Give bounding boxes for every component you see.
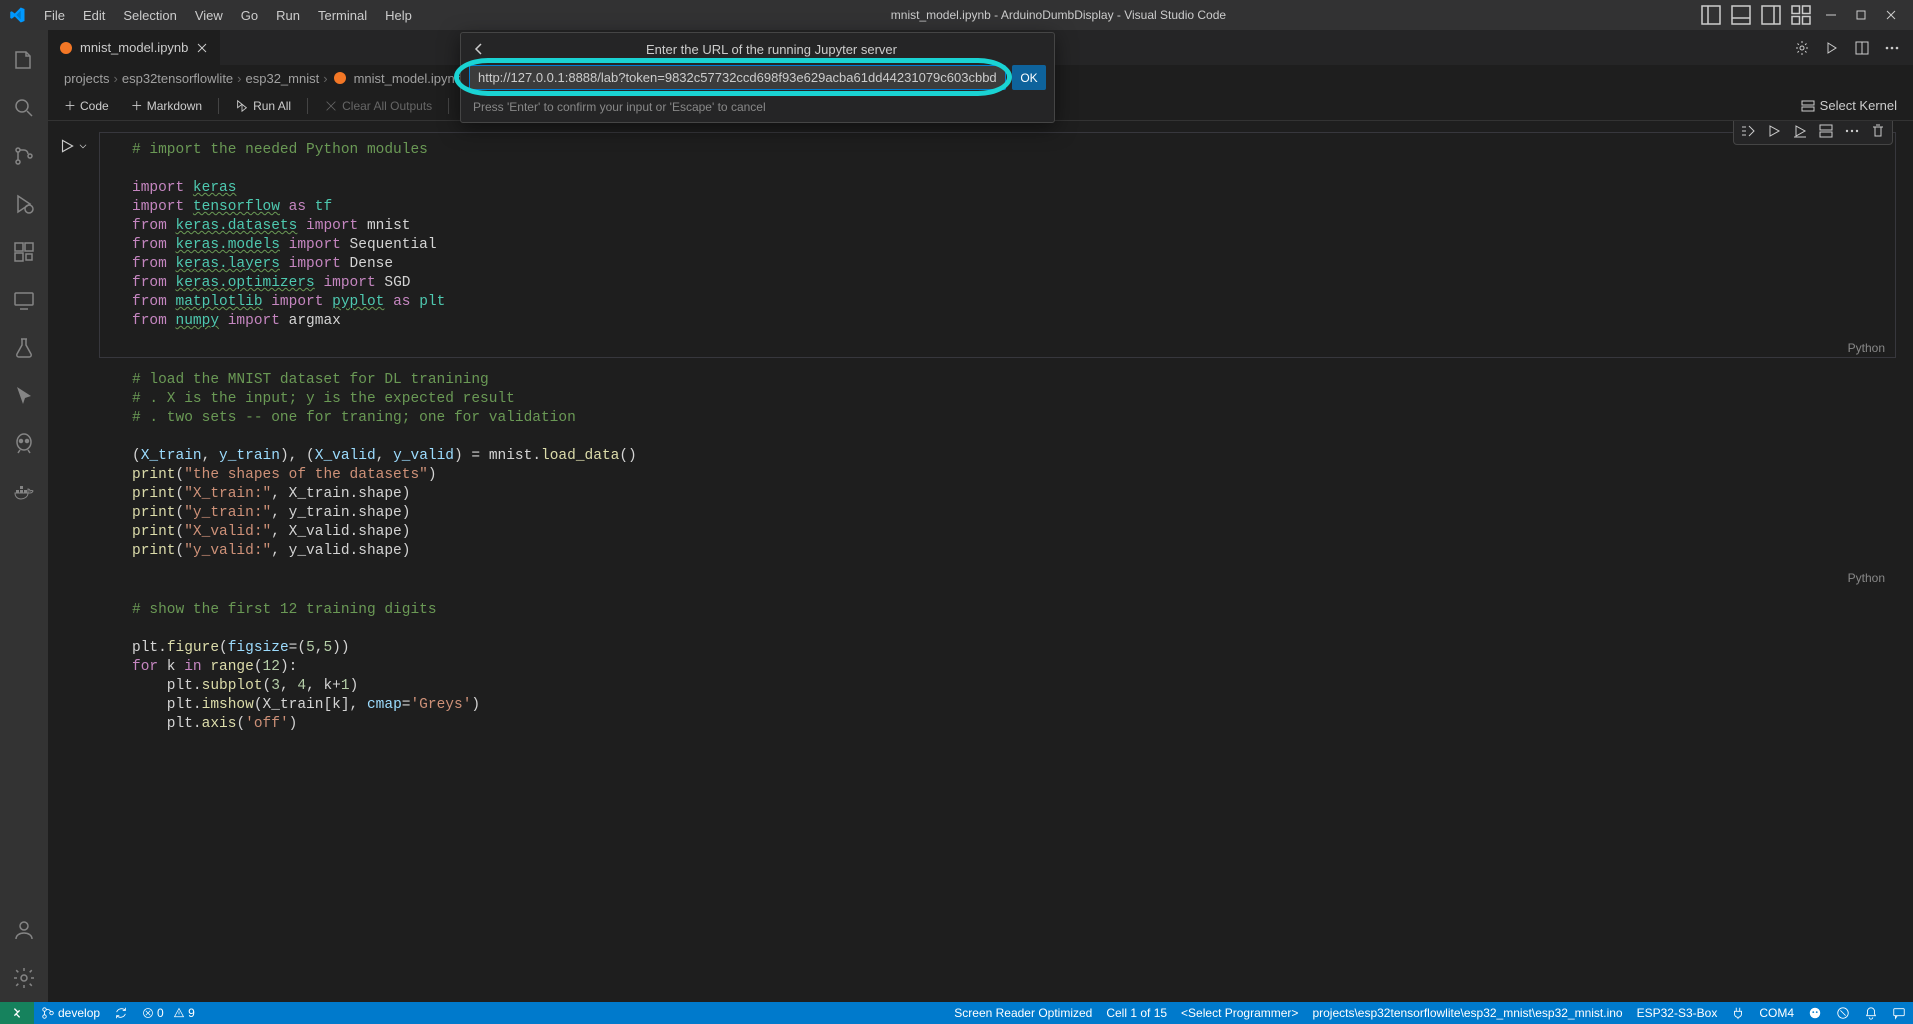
run-all-icon[interactable] [1821, 37, 1843, 59]
cell-language-label[interactable]: Python [100, 569, 1895, 587]
quick-input-panel: Enter the URL of the running Jupyter ser… [460, 32, 1055, 123]
delete-cell-icon[interactable] [1866, 121, 1890, 142]
layout-customize-icon[interactable] [1789, 4, 1813, 26]
cell-more-icon[interactable] [1840, 121, 1864, 142]
run-cell-icon[interactable] [58, 137, 76, 155]
add-code-cell-button[interactable]: ＋Code [58, 95, 115, 116]
cell-position-status[interactable]: Cell 1 of 15 [1099, 1002, 1174, 1024]
minimize-button[interactable] [1817, 4, 1845, 26]
accounts-icon[interactable] [0, 906, 48, 954]
execute-cell-icon[interactable] [1762, 121, 1786, 142]
menu-go[interactable]: Go [233, 4, 266, 27]
main-menu: File Edit Selection View Go Run Terminal… [36, 4, 420, 27]
settings-gear-icon[interactable] [0, 954, 48, 1002]
layout-toggle-primary-icon[interactable] [1699, 4, 1723, 26]
close-button[interactable] [1877, 4, 1905, 26]
chevron-down-icon[interactable] [78, 141, 88, 151]
docker-icon[interactable] [0, 468, 48, 516]
breadcrumb-segment[interactable]: esp32_mnist [246, 71, 320, 86]
layout-toggle-bottom-icon[interactable] [1729, 4, 1753, 26]
run-by-line-icon[interactable] [1736, 121, 1760, 142]
file-path-status[interactable]: projects\esp32tensorflowlite\esp32_mnist… [1305, 1002, 1629, 1024]
testing-icon[interactable] [0, 324, 48, 372]
extensions-icon[interactable] [0, 228, 48, 276]
notifications-bell-icon[interactable] [1857, 1002, 1885, 1024]
cell-language-label[interactable]: Python [100, 339, 1895, 357]
cell-code-editor[interactable]: # load the MNIST dataset for DL traninin… [100, 363, 1895, 569]
execute-above-icon[interactable] [1788, 121, 1812, 142]
remote-explorer-icon[interactable] [0, 276, 48, 324]
menu-edit[interactable]: Edit [75, 4, 113, 27]
feedback-icon[interactable] [1885, 1002, 1913, 1024]
code-cell[interactable]: # load the MNIST dataset for DL traninin… [100, 363, 1895, 587]
cell-code-editor[interactable]: # show the first 12 training digits plt.… [100, 593, 1895, 742]
board-status[interactable]: ESP32-S3-Box [1630, 1002, 1725, 1024]
code-cell[interactable]: # show the first 12 training digits plt.… [100, 593, 1895, 742]
menu-help[interactable]: Help [377, 4, 420, 27]
plug-icon[interactable] [1724, 1002, 1752, 1024]
cell-toolbar [1733, 121, 1893, 145]
cursor-extension-icon[interactable] [0, 372, 48, 420]
add-markdown-cell-button[interactable]: ＋Markdown [125, 95, 208, 116]
confirm-input-button[interactable]: OK [1012, 65, 1046, 90]
remote-button[interactable] [0, 1002, 34, 1024]
explorer-icon[interactable] [0, 36, 48, 84]
jupyter-url-input[interactable] [469, 65, 1006, 90]
port-status[interactable]: COM4 [1752, 1002, 1801, 1024]
search-icon[interactable] [0, 84, 48, 132]
menu-view[interactable]: View [187, 4, 231, 27]
editor-settings-gear-icon[interactable] [1791, 37, 1813, 59]
select-kernel-button[interactable]: Select Kernel [1794, 96, 1903, 116]
clear-outputs-button[interactable]: Clear All Outputs [318, 97, 438, 115]
menu-terminal[interactable]: Terminal [310, 4, 375, 27]
git-branch-status[interactable]: develop [34, 1002, 107, 1024]
breadcrumb-file[interactable]: mnist_model.ipynb [354, 71, 462, 86]
platformio-alien-icon[interactable] [0, 420, 48, 468]
menu-file[interactable]: File [36, 4, 73, 27]
quick-input-hint: Press 'Enter' to confirm your input or '… [461, 96, 1054, 122]
cell-code-editor[interactable]: # import the needed Python modules impor… [100, 133, 1895, 339]
prettier-status-icon[interactable] [1829, 1002, 1857, 1024]
vscode-logo-icon [8, 6, 26, 24]
cell-run-gutter [58, 137, 88, 155]
back-arrow-icon[interactable] [469, 39, 489, 59]
menu-selection[interactable]: Selection [115, 4, 184, 27]
jupyter-file-icon [332, 70, 348, 86]
jupyter-file-icon [58, 40, 74, 56]
menu-run[interactable]: Run [268, 4, 308, 27]
source-control-icon[interactable] [0, 132, 48, 180]
breadcrumb-segment[interactable]: esp32tensorflowlite [122, 71, 233, 86]
problems-status[interactable]: 0 9 [135, 1002, 202, 1024]
editor-more-icon[interactable] [1881, 37, 1903, 59]
programmer-status[interactable]: <Select Programmer> [1174, 1002, 1305, 1024]
copilot-status-icon[interactable] [1801, 1002, 1829, 1024]
breadcrumb-segment[interactable]: projects [64, 71, 110, 86]
maximize-button[interactable] [1847, 4, 1875, 26]
activity-bar [0, 30, 48, 1002]
tab-close-icon[interactable] [194, 40, 210, 56]
status-bar: develop 0 9 Screen Reader Optimized Cell… [0, 1002, 1913, 1024]
quick-input-title: Enter the URL of the running Jupyter ser… [497, 42, 1046, 57]
run-all-button[interactable]: Run All [229, 97, 297, 115]
window-title: mnist_model.ipynb - ArduinoDumbDisplay -… [420, 8, 1697, 22]
code-cell[interactable]: # import the needed Python modules impor… [100, 133, 1895, 357]
split-editor-icon[interactable] [1851, 37, 1873, 59]
notebook-body[interactable]: # import the needed Python modules impor… [48, 121, 1913, 1002]
layout-toggle-secondary-icon[interactable] [1759, 4, 1783, 26]
tab-label: mnist_model.ipynb [80, 40, 188, 55]
screen-reader-status[interactable]: Screen Reader Optimized [947, 1002, 1099, 1024]
tab-mnist-model[interactable]: mnist_model.ipynb [48, 30, 221, 65]
run-debug-icon[interactable] [0, 180, 48, 228]
split-cell-icon[interactable] [1814, 121, 1838, 142]
server-icon [1800, 98, 1816, 114]
sync-status[interactable] [107, 1002, 135, 1024]
